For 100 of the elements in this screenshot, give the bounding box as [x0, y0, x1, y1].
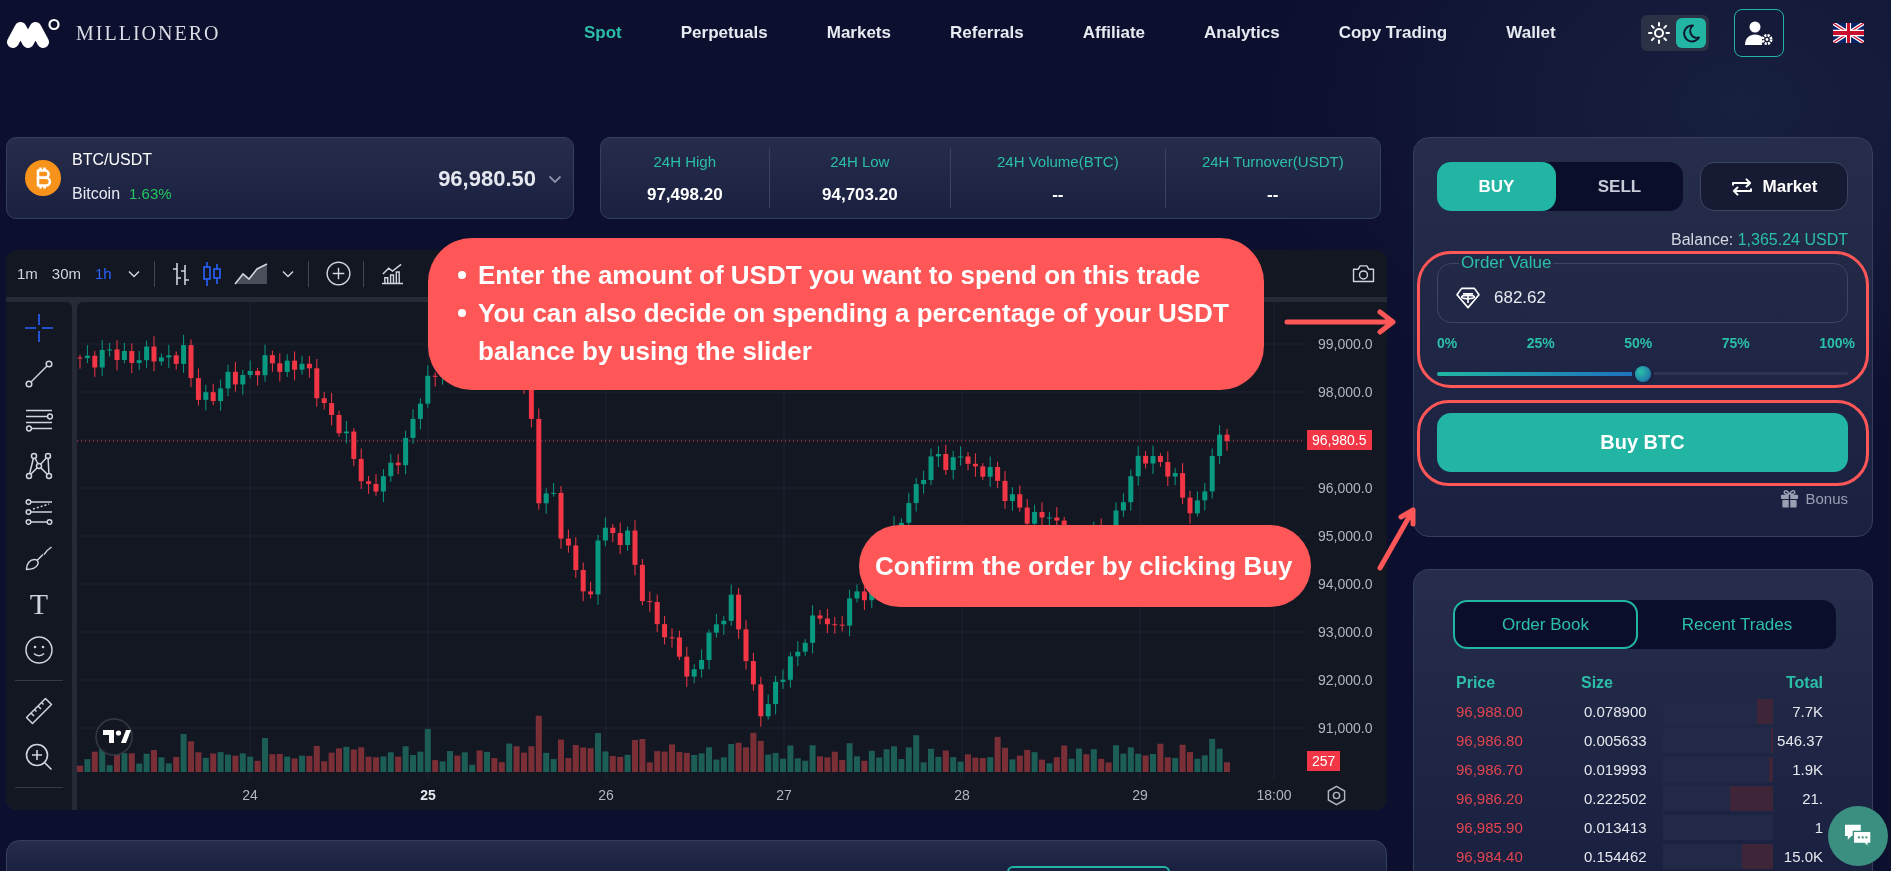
timeframe-button[interactable]: 30m	[51, 265, 82, 282]
order-type-button[interactable]: Market	[1700, 162, 1848, 211]
flag-icon[interactable]	[1833, 23, 1864, 43]
nav-link[interactable]: Spot	[584, 23, 622, 43]
smiley-icon[interactable]	[25, 636, 53, 664]
chat-icon	[1843, 823, 1873, 849]
coin-name: Bitcoin	[72, 184, 121, 203]
tab-outline[interactable]	[1007, 866, 1170, 871]
book-tab[interactable]: Order Book	[1453, 600, 1638, 649]
price-cell-text: 96,986.20	[1456, 790, 1524, 807]
caret-icon[interactable]	[281, 269, 294, 278]
moon-icon[interactable]	[1676, 18, 1706, 48]
bullet-icon	[458, 309, 466, 317]
trend-line-icon[interactable]	[25, 360, 53, 388]
percent-label[interactable]: 75%	[1721, 335, 1750, 351]
percent-label[interactable]: 100%	[1819, 335, 1855, 351]
percent-label[interactable]: 0%	[1437, 335, 1458, 351]
balance-value: 1,365.24 USDT	[1737, 231, 1848, 248]
parallel-lines-icon[interactable]	[25, 408, 53, 432]
bar-chart-icon[interactable]	[171, 261, 190, 286]
size-cell: 0.013413	[1584, 819, 1647, 836]
stat-value: --	[1267, 185, 1279, 205]
stat-value: 97,498.20	[646, 185, 723, 205]
text-tool[interactable]: T	[29, 589, 49, 619]
callout-text: Enter the amount of USDT you want to spend on this trade	[478, 259, 1201, 292]
stat-label: 24H Turnover(USDT)	[1201, 153, 1344, 171]
brand-name: MILLIONERO	[76, 21, 221, 45]
price-cell-text: 96,988.00	[1456, 703, 1524, 720]
price-cell-text: 96,984.40	[1456, 848, 1524, 865]
timeframe-button[interactable]: 1h	[95, 265, 112, 282]
theme-toggle[interactable]	[1641, 15, 1709, 51]
size-cell: 0.222502	[1584, 790, 1647, 807]
nav-link[interactable]: Affiliate	[1082, 23, 1146, 43]
user-gear-icon	[1744, 20, 1774, 46]
column-header: Price	[1456, 674, 1497, 692]
ruler-icon[interactable]	[25, 697, 53, 725]
caret-icon[interactable]	[548, 175, 562, 184]
nav-link[interactable]: Wallet	[1506, 23, 1556, 43]
pair-name: BTC/USDT	[72, 150, 153, 169]
stat-value: 94,703.20	[822, 185, 898, 205]
total-cell-text: 7.7K	[1791, 703, 1823, 720]
indicators-icon[interactable]	[380, 262, 404, 285]
stat-label: 24H Volume(BTC)	[996, 153, 1119, 171]
settings-icon[interactable]	[1325, 784, 1347, 806]
time-label: 25	[420, 787, 436, 803]
price-label: 99,000.0	[1317, 336, 1373, 352]
percent-label[interactable]: 50%	[1624, 335, 1653, 351]
volume-tag: 257	[1307, 751, 1341, 771]
chart-logo-icon[interactable]	[95, 718, 133, 756]
coin-icon	[25, 160, 61, 196]
nav-link[interactable]: Analytics	[1204, 23, 1280, 43]
camera-icon[interactable]	[1352, 264, 1375, 283]
fib-levels-icon[interactable]	[25, 499, 53, 525]
swap-icon	[1730, 177, 1753, 196]
price-label: 91,000.0	[1317, 720, 1373, 736]
nav-link[interactable]: Copy Trading	[1338, 23, 1448, 43]
time-label: 29	[1132, 787, 1148, 803]
price-label: 95,000.0	[1317, 528, 1373, 544]
price-change: 1.63%	[129, 184, 172, 203]
balance-label: Balance:	[1671, 231, 1734, 248]
time-label: 27	[776, 787, 792, 803]
bullet-icon	[458, 271, 466, 279]
crosshair-icon[interactable]	[25, 314, 53, 342]
size-cell: 0.019993	[1584, 761, 1647, 778]
size-cell: 0.078900	[1584, 703, 1647, 720]
callout-text: You can also decide on spending a percentage of your USDT balance by using the slider	[478, 297, 1230, 368]
candlestick-icon[interactable]	[201, 260, 222, 287]
nav-link[interactable]: Markets	[826, 23, 891, 43]
bonus-link[interactable]: Bonus	[1805, 490, 1848, 507]
column-header: Total	[1785, 674, 1823, 692]
price-label: 96,000.0	[1317, 480, 1373, 496]
size-cell: 0.154462	[1584, 848, 1647, 865]
price-label: 92,000.0	[1317, 672, 1373, 688]
column-header: Size	[1581, 674, 1613, 692]
nav-link[interactable]: Referrals	[950, 23, 1024, 43]
callout-text: Confirm the order by clicking Buy	[875, 550, 1293, 583]
area-chart-icon[interactable]	[233, 262, 268, 285]
pattern-icon[interactable]	[25, 452, 53, 480]
timeframe-button[interactable]: 1m	[17, 265, 38, 282]
zoom-in-icon[interactable]	[25, 743, 53, 771]
total-cell-text: 1	[1813, 819, 1823, 836]
time-label: 18:00	[1256, 787, 1292, 803]
price-label: 93,000.0	[1317, 624, 1373, 640]
total-cell-text: 21.	[1801, 790, 1823, 807]
book-tab[interactable]: Recent Trades	[1638, 600, 1836, 649]
caret-icon[interactable]	[127, 269, 140, 278]
slider-track[interactable]	[1437, 366, 1848, 382]
order-value-field[interactable]: Order Value 682.62	[1437, 253, 1848, 323]
slider-thumb[interactable]	[1634, 366, 1651, 382]
percent-label[interactable]: 25%	[1526, 335, 1555, 351]
price-label: 98,000.0	[1317, 384, 1373, 400]
tether-icon	[1456, 286, 1480, 309]
plus-circle-icon[interactable]	[325, 261, 351, 286]
size-cell: 0.005633	[1584, 732, 1647, 749]
nav-link[interactable]: Perpetuals	[680, 23, 768, 43]
time-label: 28	[954, 787, 970, 803]
side-tab[interactable]: SELL	[1556, 162, 1683, 211]
account-button[interactable]	[1734, 9, 1784, 57]
brush-icon[interactable]	[25, 545, 53, 571]
price-cell-text: 96,986.70	[1456, 761, 1524, 778]
